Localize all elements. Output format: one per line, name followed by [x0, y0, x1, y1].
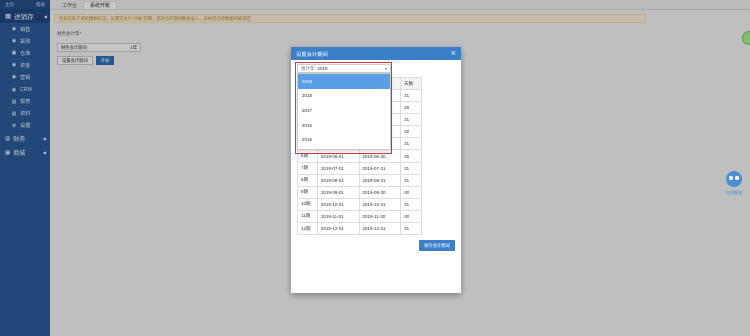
- cell-days: 30: [400, 125, 422, 139]
- cell-days: 31: [400, 197, 422, 211]
- year-option[interactable]: 2016: [298, 118, 390, 133]
- table-row: 12期 2019-12-01 2019-12-31 31: [297, 222, 422, 236]
- cell-start: 2019-10-01: [316, 197, 360, 211]
- year-value: 2019: [317, 66, 328, 71]
- cell-start: 2019-12-01: [316, 222, 360, 236]
- cell-period: 11期: [297, 209, 318, 224]
- year-option[interactable]: 2015: [298, 132, 390, 147]
- robot-label: 在线客服: [726, 190, 742, 195]
- cell-days: 31: [400, 222, 422, 236]
- cell-period: 12期: [297, 222, 318, 236]
- cell-start: 2019-07-01: [316, 161, 360, 175]
- cell-days: 31: [400, 113, 422, 127]
- cell-end: 2019-12-31: [358, 222, 402, 236]
- save-period-button[interactable]: 保存会计期间: [419, 240, 455, 251]
- cell-days: 30: [400, 185, 422, 199]
- chevron-down-icon: ▾: [384, 66, 387, 71]
- cell-start: 2019-11-01: [316, 209, 360, 224]
- cell-days: 30: [400, 209, 422, 224]
- cell-start: 2019-08-01: [316, 173, 360, 187]
- support-robot[interactable]: 在线客服: [724, 171, 744, 201]
- cell-days: 30: [400, 149, 422, 163]
- year-option[interactable]: 2018: [298, 89, 390, 104]
- table-row: 7期 2019-07-01 2019-07-31 31: [297, 161, 422, 175]
- cell-end: 2019-11-30: [358, 209, 402, 224]
- header-days: 天数: [400, 77, 422, 90]
- cell-start: 2019-09-01: [316, 185, 360, 199]
- cell-days: 31: [400, 161, 422, 175]
- year-select[interactable]: 会计年 2019 ▾: [297, 64, 391, 73]
- side-widget-icon[interactable]: [742, 31, 750, 45]
- year-option[interactable]: 2019: [298, 74, 390, 89]
- cell-days: 31: [400, 137, 422, 151]
- cell-start: 2019-06-01: [316, 149, 360, 163]
- cell-days: 31: [400, 88, 422, 103]
- table-row: 9期 2019-09-01 2019-09-30 30: [297, 185, 422, 199]
- accounting-period-dialog: 设置会计期间 × 天数 31 28 31 30 31 6期 2019-06-01 2019-0…: [291, 47, 461, 293]
- table-row: 6期 2019-06-01 2019-06-30 30: [297, 149, 422, 163]
- dialog-title: 设置会计期间: [296, 51, 328, 58]
- cell-period: 6期: [297, 149, 318, 163]
- cell-period: 7期: [297, 161, 318, 175]
- cell-days: 28: [400, 101, 422, 115]
- cell-period: 8期: [297, 173, 318, 187]
- table-row: 8期 2019-08-01 2019-08-31 31: [297, 173, 422, 187]
- close-icon[interactable]: ×: [451, 49, 456, 58]
- year-option[interactable]: 2017: [298, 103, 390, 118]
- table-row: 10期 2019-10-01 2019-10-31 31: [297, 197, 422, 211]
- dialog-header: 设置会计期间 ×: [291, 47, 461, 60]
- robot-icon: [726, 171, 742, 187]
- year-label: 会计年: [301, 65, 315, 71]
- cell-end: 2019-09-30: [358, 185, 402, 199]
- year-dropdown: 2019 2018 2017 2016 2015: [297, 73, 391, 150]
- cell-end: 2019-10-31: [358, 197, 402, 211]
- cell-days: 31: [400, 173, 422, 187]
- table-row: 11期 2019-11-01 2019-11-30 30: [297, 209, 422, 224]
- cell-period: 9期: [297, 185, 318, 199]
- cell-period: 10期: [297, 197, 318, 211]
- cell-end: 2019-06-30: [358, 149, 402, 163]
- cell-end: 2019-07-31: [358, 161, 402, 175]
- cell-end: 2019-08-31: [358, 173, 402, 187]
